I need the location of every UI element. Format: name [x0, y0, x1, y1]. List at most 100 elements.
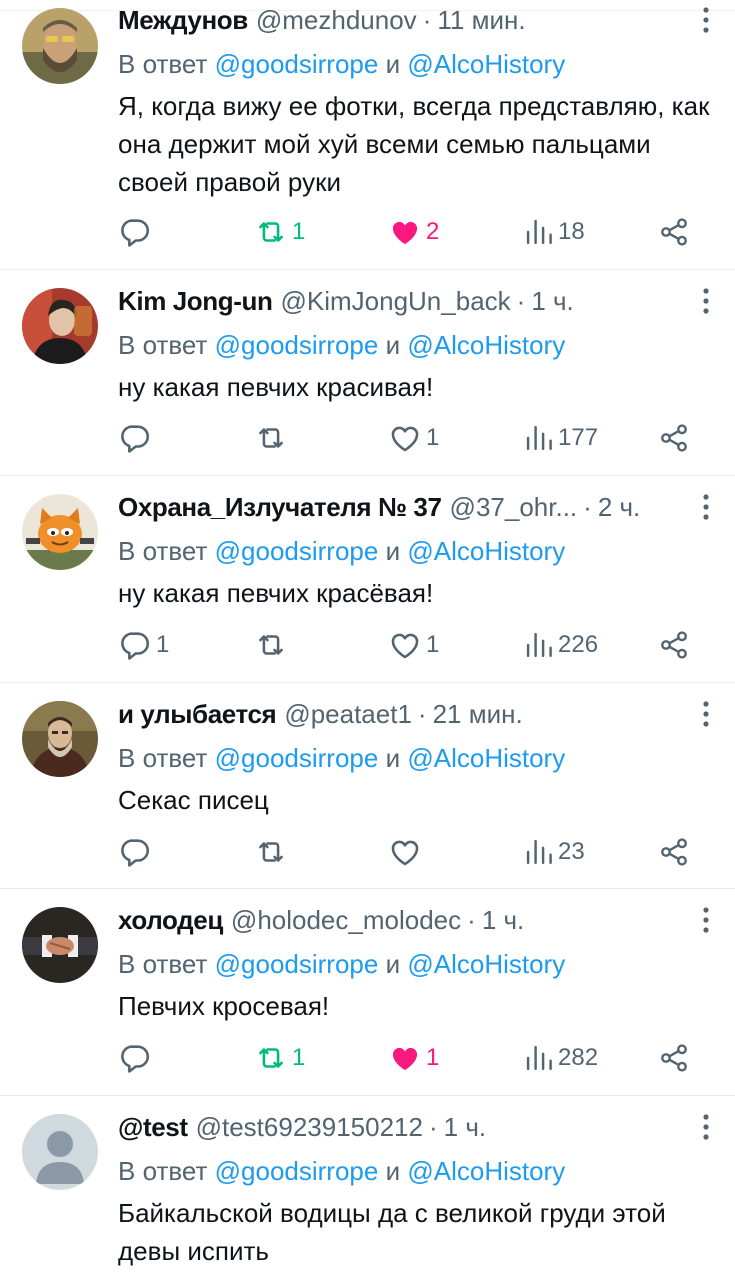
mention-link[interactable]: @AlcoHistory — [407, 1156, 565, 1186]
user-handle[interactable]: @holodec_molodec — [231, 903, 461, 937]
avatar[interactable] — [22, 1114, 98, 1190]
action-bar: 1 2 18 — [118, 212, 698, 252]
retweet-button[interactable]: 1 — [254, 1038, 305, 1078]
action-bar: 1 177 — [118, 418, 698, 458]
user-handle[interactable]: @KimJongUn_back — [280, 284, 510, 318]
reply-button[interactable] — [118, 832, 156, 872]
reply-button[interactable]: 1 — [118, 625, 169, 665]
reply-and: и — [385, 536, 401, 566]
display-name[interactable]: Междунов — [118, 3, 248, 37]
retweet-button[interactable]: 1 — [254, 212, 305, 252]
avatar[interactable] — [22, 494, 98, 570]
retweet-icon — [259, 1048, 283, 1068]
mention-link[interactable]: @goodsirrope — [215, 743, 379, 773]
timestamp[interactable]: 21 мин. — [433, 697, 523, 731]
heart-icon — [391, 840, 419, 866]
view-count: 282 — [558, 1044, 599, 1071]
reply-icon — [121, 632, 150, 660]
views-button[interactable]: 282 — [524, 1038, 598, 1078]
tweet[interactable]: @test @test69239150212 · 1 ч. В ответ @g… — [0, 1096, 735, 1280]
mention-link[interactable]: @AlcoHistory — [407, 49, 565, 79]
timestamp[interactable]: 11 мин. — [437, 3, 525, 37]
like-button[interactable]: 1 — [388, 625, 439, 665]
timestamp[interactable]: 2 ч. — [598, 490, 640, 524]
timestamp[interactable]: 1 ч. — [444, 1110, 486, 1144]
tweet[interactable]: и улыбается @peataet1 · 21 мин. В ответ … — [0, 683, 735, 889]
views-button[interactable]: 23 — [524, 832, 585, 872]
mention-link[interactable]: @goodsirrope — [215, 1156, 379, 1186]
avatar[interactable] — [22, 701, 98, 777]
reply-prefix: В ответ — [118, 49, 208, 79]
avatar[interactable] — [22, 907, 98, 983]
tweet-header: @test @test69239150212 · 1 ч. — [118, 1110, 715, 1144]
views-button[interactable]: 226 — [524, 625, 598, 665]
mention-link[interactable]: @AlcoHistory — [407, 330, 565, 360]
more-options-icon[interactable] — [693, 1112, 719, 1142]
avatar[interactable] — [22, 288, 98, 364]
like-button[interactable]: 1 — [388, 1038, 439, 1078]
share-icon — [661, 1044, 687, 1072]
mention-link[interactable]: @goodsirrope — [215, 330, 379, 360]
more-options-icon[interactable] — [693, 699, 719, 729]
mention-link[interactable]: @goodsirrope — [215, 49, 379, 79]
more-options-icon[interactable] — [693, 286, 719, 316]
avatar[interactable] — [22, 8, 98, 84]
more-options-icon[interactable] — [693, 5, 719, 35]
display-name[interactable]: @test — [118, 1110, 188, 1144]
tweet[interactable]: Междунов @mezhdunov · 11 мин. В ответ @g… — [0, 0, 735, 270]
reply-button[interactable] — [118, 1038, 156, 1078]
user-handle[interactable]: @37_ohr... — [450, 490, 578, 524]
display-name[interactable]: Охрана_Излучателя № 37 — [118, 490, 442, 524]
timestamp[interactable]: 1 ч. — [482, 903, 524, 937]
mention-link[interactable]: @goodsirrope — [215, 536, 379, 566]
timestamp[interactable]: 1 ч. — [531, 284, 573, 318]
tweet-header: Междунов @mezhdunov · 11 мин. — [118, 3, 715, 37]
tweet-text: Певчих кросевая! — [118, 991, 330, 1021]
default-user-avatar-icon — [22, 1114, 98, 1190]
mention-link[interactable]: @AlcoHistory — [407, 949, 565, 979]
share-button[interactable] — [658, 212, 690, 252]
retweet-icon — [259, 222, 283, 242]
tweet[interactable]: Kim Jong-un @KimJongUn_back · 1 ч. В отв… — [0, 270, 735, 476]
replying-to: В ответ @goodsirrope и @AlcoHistory — [118, 328, 715, 362]
like-count: 1 — [426, 1044, 440, 1071]
separator-dot: · — [516, 286, 526, 316]
reply-prefix: В ответ — [118, 743, 208, 773]
reply-prefix: В ответ — [118, 536, 208, 566]
reply-button[interactable] — [118, 212, 156, 252]
heart-filled-icon — [392, 221, 418, 245]
tweet-text: Байкальской водицы да с великой груди эт… — [118, 1198, 666, 1266]
share-button[interactable] — [658, 625, 690, 665]
share-button[interactable] — [658, 832, 690, 872]
share-button[interactable] — [658, 418, 690, 458]
like-button[interactable] — [388, 832, 426, 872]
views-button[interactable]: 18 — [524, 212, 585, 252]
user-handle[interactable]: @peataet1 — [284, 697, 412, 731]
more-options-icon[interactable] — [693, 492, 719, 522]
retweet-count: 1 — [292, 1044, 306, 1071]
mention-link[interactable]: @AlcoHistory — [407, 743, 565, 773]
mention-link[interactable]: @goodsirrope — [215, 949, 379, 979]
like-button[interactable]: 1 — [388, 418, 439, 458]
display-name[interactable]: и улыбается — [118, 697, 277, 731]
retweet-button[interactable] — [254, 418, 292, 458]
tweet[interactable]: холодец @holodec_molodec · 1 ч. В ответ … — [0, 889, 735, 1096]
reply-and: и — [385, 1156, 401, 1186]
tweet[interactable]: Охрана_Излучателя № 37 @37_ohr... · 2 ч.… — [0, 476, 735, 683]
retweet-icon — [259, 428, 283, 448]
share-button[interactable] — [658, 1038, 690, 1078]
mention-link[interactable]: @AlcoHistory — [407, 536, 565, 566]
retweet-button[interactable] — [254, 625, 292, 665]
retweet-button[interactable] — [254, 832, 292, 872]
display-name[interactable]: холодец — [118, 903, 223, 937]
display-name[interactable]: Kim Jong-un — [118, 284, 273, 318]
user-handle[interactable]: @mezhdunov — [256, 3, 417, 37]
like-button[interactable]: 2 — [388, 212, 439, 252]
reply-and: и — [385, 743, 401, 773]
tweet-text: ну какая певчих красивая! — [118, 372, 434, 402]
more-options-icon[interactable] — [693, 905, 719, 935]
reply-button[interactable] — [118, 418, 156, 458]
replying-to: В ответ @goodsirrope и @AlcoHistory — [118, 1154, 715, 1188]
user-handle[interactable]: @test69239150212 — [196, 1110, 423, 1144]
views-button[interactable]: 177 — [524, 418, 598, 458]
